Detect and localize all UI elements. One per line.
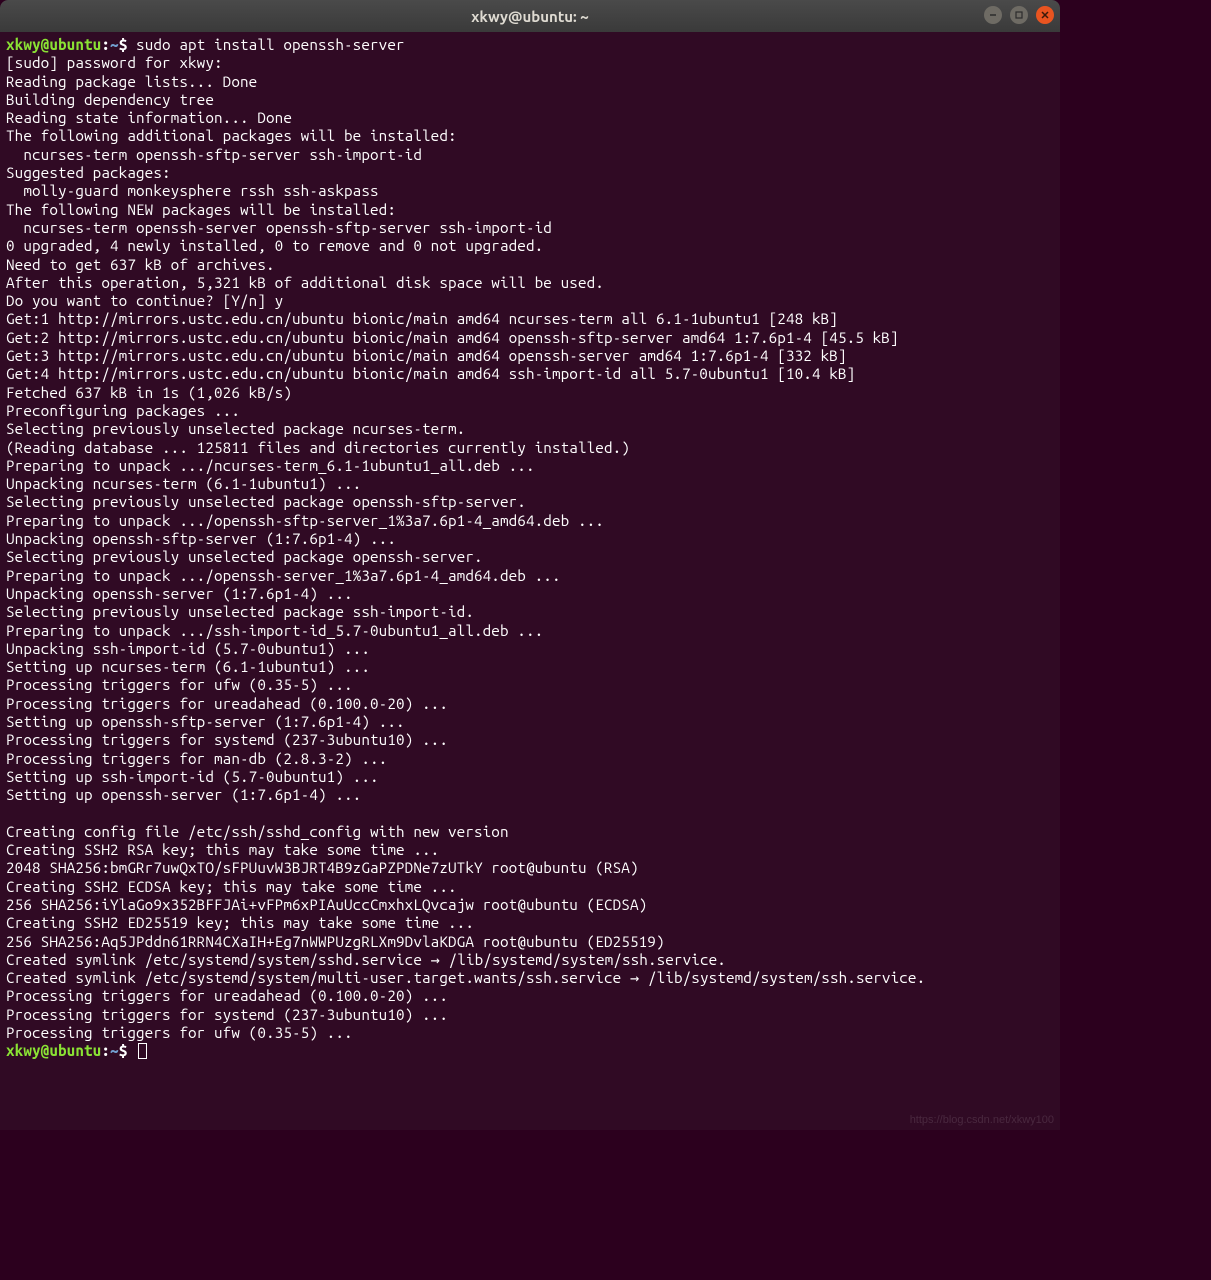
- prompt-user-host: xkwy@ubuntu: [6, 36, 101, 53]
- prompt-user-host-2: xkwy@ubuntu: [6, 1042, 101, 1059]
- titlebar: xkwy@ubuntu: ~: [0, 0, 1060, 32]
- terminal-output: [sudo] password for xkwy: Reading packag…: [6, 54, 925, 1041]
- prompt-path: ~: [110, 36, 119, 53]
- minimize-button[interactable]: [984, 6, 1002, 24]
- command-text: sudo apt install openssh-server: [127, 36, 404, 53]
- maximize-button[interactable]: [1010, 6, 1028, 24]
- prompt-sep: :: [101, 36, 110, 53]
- prompt-dollar-2: $: [119, 1042, 128, 1059]
- prompt-path-2: ~: [110, 1042, 119, 1059]
- window-title: xkwy@ubuntu: ~: [471, 8, 589, 25]
- close-button[interactable]: [1036, 6, 1054, 24]
- cursor-icon: [138, 1043, 147, 1059]
- terminal-body[interactable]: xkwy@ubuntu:~$ sudo apt install openssh-…: [0, 32, 1060, 1065]
- terminal-window: xkwy@ubuntu: ~ xkwy@ubuntu:~$ sudo apt i…: [0, 0, 1060, 1130]
- window-controls: [984, 6, 1054, 24]
- prompt-sep-2: :: [101, 1042, 110, 1059]
- watermark-text: https://blog.csdn.net/xkwy100: [910, 1114, 1054, 1126]
